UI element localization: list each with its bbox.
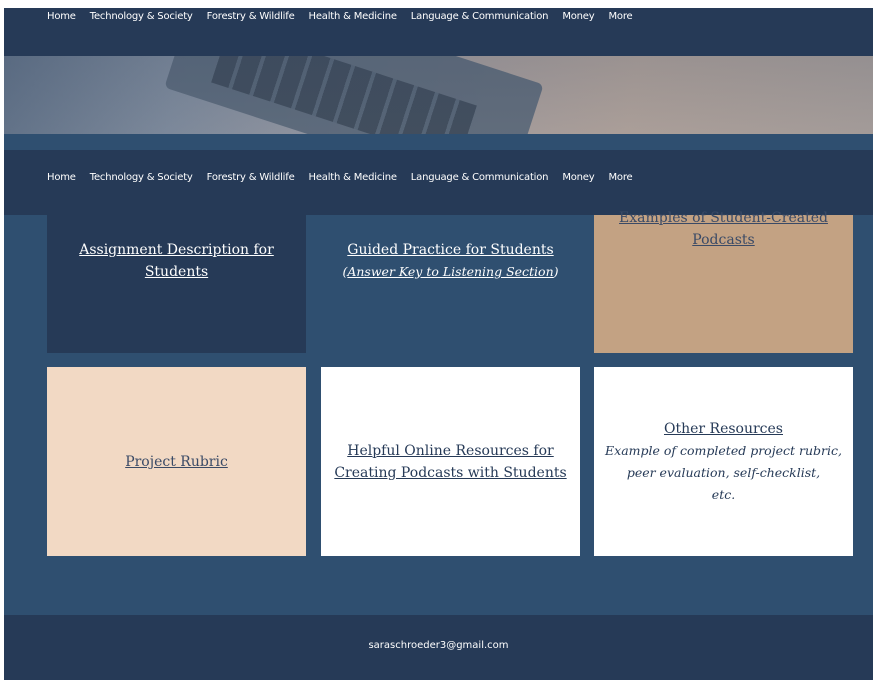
nav-item-language-communication[interactable]: Language & Communication: [411, 10, 549, 24]
contact-email[interactable]: saraschroeder3@gmail.com: [4, 640, 873, 651]
hero-overlay: [4, 56, 873, 134]
divider-band: [4, 134, 873, 150]
nav-item-technology-society[interactable]: Technology & Society: [90, 10, 193, 24]
nav-item-health-medicine[interactable]: Health & Medicine: [309, 10, 397, 24]
nav-item-more[interactable]: More: [608, 171, 632, 185]
project-rubric-link[interactable]: Project Rubric: [125, 451, 228, 473]
nav-item-language-communication[interactable]: Language & Communication: [411, 171, 549, 185]
sticky-nav-menu: Home Technology & Society Forestry & Wil…: [47, 171, 646, 185]
nav-item-forestry-wildlife[interactable]: Forestry & Wildlife: [207, 10, 295, 24]
helpful-resources-link-line2[interactable]: Creating Podcasts with Students: [334, 462, 566, 484]
other-resources-note-line1: Example of completed project rubric,: [605, 442, 842, 458]
top-nav-menu: Home Technology & Society Forestry & Wil…: [47, 10, 646, 24]
tile-assignment-description: Assignment Description for Students: [47, 215, 306, 353]
page-frame: Home Technology & Society Forestry & Wil…: [4, 8, 873, 680]
tile-guided-practice: Guided Practice for Students (Answer Key…: [321, 215, 580, 353]
close-paren: ): [553, 264, 559, 279]
tile-other-resources: Other Resources Example of completed pro…: [594, 367, 853, 556]
nav-item-money[interactable]: Money: [562, 171, 594, 185]
nav-item-money[interactable]: Money: [562, 10, 594, 24]
tile-helpful-resources: Helpful Online Resources for Creating Po…: [321, 367, 580, 556]
answer-key-link[interactable]: Answer Key to Listening Section: [347, 264, 553, 279]
sticky-nav-bar: Home Technology & Society Forestry & Wil…: [4, 150, 873, 215]
hero-laptop-image: [4, 56, 873, 134]
nav-item-health-medicine[interactable]: Health & Medicine: [309, 171, 397, 185]
student-examples-link-line2[interactable]: Podcasts: [692, 232, 754, 248]
nav-item-forestry-wildlife[interactable]: Forestry & Wildlife: [207, 171, 295, 185]
tile-project-rubric: Project Rubric: [47, 367, 306, 556]
assignment-description-link[interactable]: Assignment Description for: [79, 239, 274, 261]
top-nav-bar: Home Technology & Society Forestry & Wil…: [4, 8, 873, 56]
examples-link-group: Examples of Student-Created Podcasts: [619, 207, 828, 251]
other-resources-note-line3: etc.: [711, 486, 736, 502]
other-resources-note-line2: peer evaluation, self-checklist,: [626, 464, 821, 480]
nav-item-home[interactable]: Home: [47, 171, 76, 185]
assignment-description-link-line2[interactable]: Students: [145, 261, 208, 283]
student-examples-link[interactable]: Examples of Student-Created: [619, 210, 828, 226]
tile-student-examples: Examples of Student-Created Podcasts: [594, 210, 853, 353]
nav-item-technology-society[interactable]: Technology & Society: [90, 171, 193, 185]
guided-practice-link[interactable]: Guided Practice for Students: [347, 239, 553, 261]
helpful-resources-link[interactable]: Helpful Online Resources for: [347, 440, 553, 462]
nav-item-more[interactable]: More: [608, 10, 632, 24]
other-resources-link[interactable]: Other Resources: [664, 418, 783, 440]
site-footer: saraschroeder3@gmail.com: [4, 615, 873, 680]
answer-key-line: (Answer Key to Listening Section): [342, 261, 558, 283]
nav-item-home[interactable]: Home: [47, 10, 76, 24]
